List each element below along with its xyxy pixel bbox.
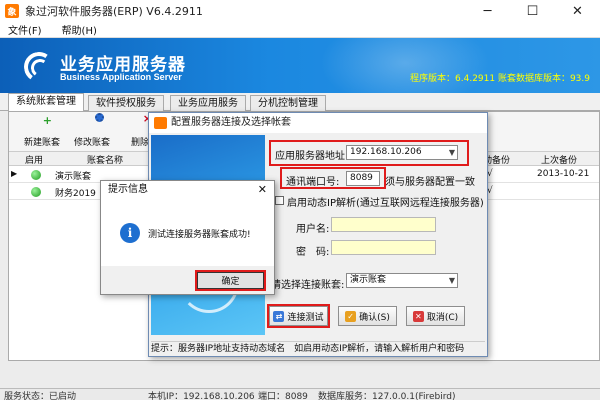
cancel-button[interactable]: ✕ 取消(C) — [406, 306, 465, 326]
maximize-icon[interactable]: ☐ — [510, 0, 555, 22]
dynamic-ip-label: 启用动态IP解析(通过互联网远程连接服务器) — [287, 198, 484, 209]
service-status: 服务状态：已启动 — [4, 392, 77, 400]
confirm-label: 确认(S) — [359, 312, 390, 323]
status-port: 端口：8089 — [258, 392, 308, 400]
status-bar: 服务状态：已启动 本机IP：192.168.10.206 端口：8089 数据库… — [0, 388, 600, 400]
message-box: 提示信息 ✕ i 测试连接服务器账套成功! 确定 — [100, 180, 275, 295]
tab-bar: 系统账套管理 软件授权服务 业务应用服务 分机控制管理 — [0, 93, 600, 112]
banner-subtitle: Business Application Server — [60, 72, 182, 82]
confirm-button[interactable]: ✓ 确认(S) — [338, 306, 397, 326]
edit-account-button[interactable]: 修改账套 — [69, 113, 115, 150]
tab-account-management[interactable]: 系统账套管理 — [8, 93, 84, 112]
tab-license-service[interactable]: 软件授权服务 — [88, 95, 164, 111]
server-address-highlight — [269, 140, 469, 166]
cancel-label: 取消(C) — [426, 312, 459, 323]
account-select-value: 演示账套 — [350, 275, 387, 285]
menu-file[interactable]: 文件(F) — [8, 22, 42, 37]
header-enabled: 启用 — [25, 156, 44, 166]
edit-database-icon — [83, 113, 104, 134]
delete-database-icon: × — [131, 112, 152, 134]
row-selected-marker: ▶ — [11, 169, 18, 178]
cancel-x-icon: ✕ — [412, 310, 424, 322]
db-server: 数据库服务：127.0.0.1(Firebird) — [318, 392, 456, 400]
info-icon: i — [120, 223, 140, 243]
password-input[interactable] — [331, 240, 436, 255]
message-text: 测试连接服务器账套成功! — [148, 230, 251, 240]
enabled-status-icon — [31, 187, 41, 197]
config-dialog-title: 配置服务器连接及选择帐套 — [171, 117, 291, 128]
dialog-app-icon — [154, 117, 167, 129]
new-account-label: 新建账套 — [23, 138, 60, 148]
app-logo-icon: 象 — [5, 4, 19, 18]
menu-bar: 文件(F) 帮助(H) — [0, 22, 600, 38]
row-last-backup: 2013-10-21 — [537, 169, 590, 179]
port-highlight — [280, 167, 386, 189]
username-input[interactable] — [331, 217, 436, 232]
main-window-title: 象过河软件服务器(ERP) V6.4.2911 — [25, 5, 203, 18]
account-select-label: 请选择连接账套: — [271, 280, 345, 291]
version-info: 程序版本：6.4.2911 账套数据库版本：93.9 — [410, 74, 590, 84]
header-last-backup: 上次备份 — [541, 156, 578, 166]
new-database-icon: + — [42, 114, 52, 127]
close-icon[interactable]: ✕ — [258, 183, 267, 196]
header-account-name: 账套名称 — [87, 156, 124, 166]
minimize-icon[interactable]: ─ — [465, 0, 510, 22]
tab-extension-control[interactable]: 分机控制管理 — [250, 95, 326, 111]
test-button-highlight — [267, 304, 330, 328]
main-window-titlebar: 象 象过河软件服务器(ERP) V6.4.2911 ─ ☐ ✕ — [0, 0, 600, 22]
banner: 业务应用服务器 Business Application Server 程序版本… — [0, 38, 600, 93]
password-label: 密 码: — [296, 247, 330, 258]
enabled-status-icon — [31, 170, 41, 180]
edit-account-label: 修改账套 — [73, 138, 110, 148]
checkmark-icon: ✓ — [345, 310, 357, 322]
row-account-name: 演示账套 — [55, 172, 92, 182]
chevron-down-icon[interactable]: ▼ — [449, 274, 455, 287]
config-hint: 提示：服务器IP地址支持动态域名 如启用动态IP解析，请输入解析用户和密码 — [151, 341, 485, 355]
ok-button-highlight — [195, 270, 266, 291]
account-select-combo[interactable]: 演示账套 ▼ — [346, 273, 458, 288]
local-ip: 本机IP：192.168.10.206 — [148, 392, 255, 400]
close-icon[interactable]: ✕ — [555, 0, 600, 22]
new-account-button[interactable]: + 新建账套 — [19, 114, 65, 150]
banner-glow — [320, 38, 490, 93]
menu-help[interactable]: 帮助(H) — [62, 22, 97, 37]
port-note: 须与服务器配置一致 — [385, 177, 475, 188]
username-label: 用户名: — [296, 224, 330, 235]
config-dialog-titlebar: 配置服务器连接及选择帐套 — [149, 113, 487, 133]
dynamic-ip-checkbox[interactable] — [275, 196, 284, 205]
message-box-title: 提示信息 — [108, 184, 148, 195]
tab-business-service[interactable]: 业务应用服务 — [170, 95, 246, 111]
row-account-name: 财务2019 — [55, 189, 96, 199]
